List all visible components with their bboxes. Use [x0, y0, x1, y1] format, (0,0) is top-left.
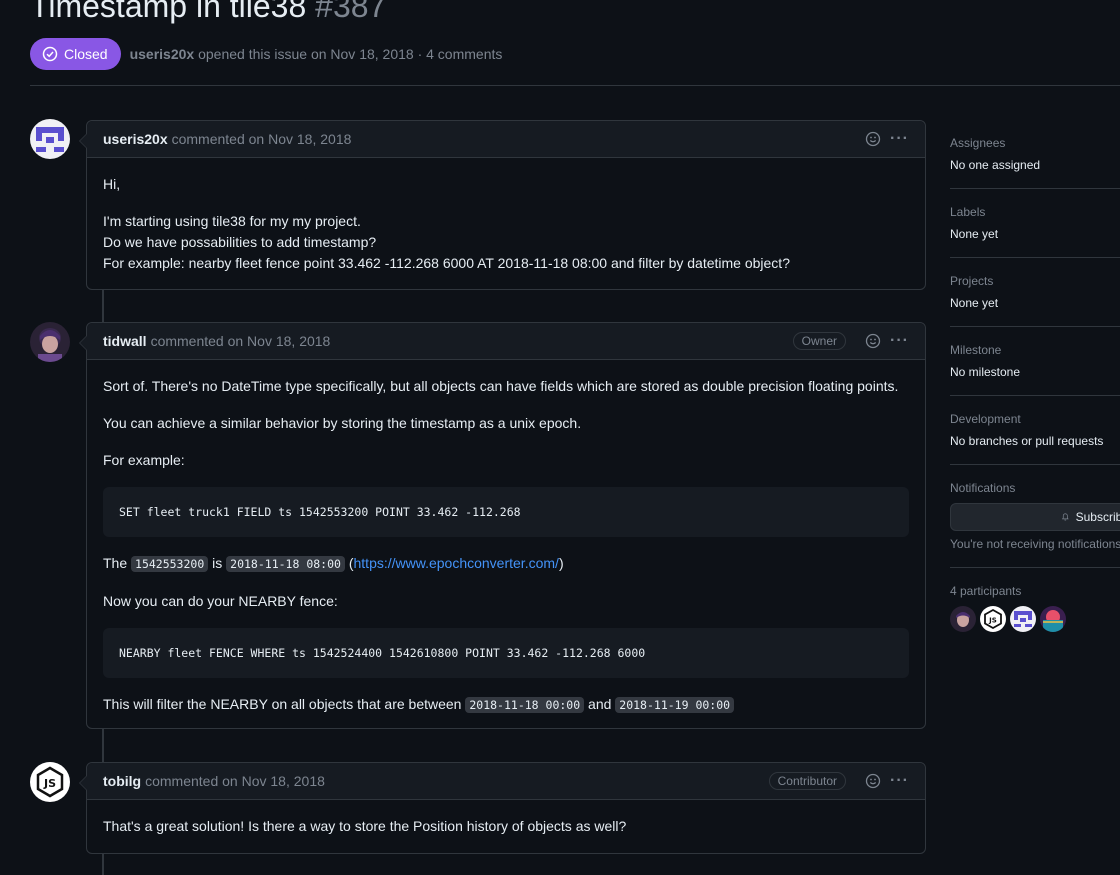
status-badge-label: Closed [64, 46, 108, 62]
kebab-menu-icon[interactable]: ··· [890, 772, 909, 790]
role-badge: Contributor [768, 772, 847, 790]
comment-text: The [103, 555, 132, 571]
issue-sidebar: Assignees No one assigned Labels None ye… [950, 120, 1120, 648]
inline-code: 2018-11-18 00:00 [465, 697, 585, 713]
sidebar-participants: 4 participants JS [950, 568, 1120, 648]
comment-body: Hi, I'm starting using tile38 for my my … [87, 158, 925, 290]
sidebar-notifications: Notifications Subscribe You're not recei… [950, 465, 1120, 568]
comment-header: tobilg commented on Nov 18, 2018 Contrib… [87, 763, 925, 800]
status-badge: Closed [30, 38, 121, 70]
timeline-line [102, 290, 104, 322]
timeline-line [102, 729, 104, 762]
comment-text: ) [558, 555, 564, 571]
comment-body: Sort of. There's no DateTime type specif… [87, 360, 925, 732]
comment-paragraph: This will filter the NEARBY on all objec… [103, 694, 909, 716]
comment-body: That's a great solution! Is there a way … [87, 800, 925, 853]
comment-header: tidwall commented on Nov 18, 2018 Owner … [87, 323, 925, 360]
comment-header: useris20x commented on Nov 18, 2018 ··· [87, 121, 925, 158]
comment-text: This will filter the NEARBY on all objec… [103, 696, 466, 712]
comment-meta[interactable]: commented on Nov 18, 2018 [172, 131, 352, 147]
bell-icon [1061, 513, 1069, 521]
comment-author[interactable]: useris20x [103, 131, 168, 147]
sidebar-value: No milestone [950, 365, 1021, 379]
issue-author-link[interactable]: useris20x [130, 46, 195, 62]
svg-text:JS: JS [988, 617, 997, 625]
inline-code: 2018-11-19 00:00 [615, 697, 735, 713]
subscribe-button[interactable]: Subscribe [950, 503, 1120, 531]
smiley-icon[interactable] [864, 772, 882, 790]
avatar-tobilg[interactable]: JS [30, 762, 70, 802]
participant-avatar[interactable] [1010, 606, 1036, 632]
smiley-icon[interactable] [864, 332, 882, 350]
comment-meta[interactable]: commented on Nov 18, 2018 [145, 773, 325, 789]
participant-avatar[interactable] [950, 606, 976, 632]
issue-opened-text: opened this issue on Nov 18, 2018 · 4 co… [198, 46, 503, 62]
sidebar-value: None yet [950, 296, 999, 310]
timeline-line [102, 853, 104, 875]
role-badge: Owner [792, 332, 847, 350]
code-block: NEARBY fleet FENCE WHERE ts 1542524400 1… [103, 628, 909, 678]
comment-2: tidwall commented on Nov 18, 2018 Owner … [79, 322, 926, 732]
sidebar-milestone: Milestone No milestone [950, 327, 1120, 396]
comment-text: Do we have possabilities to add timestam… [103, 234, 377, 250]
sidebar-label: Notifications [950, 481, 1016, 495]
sidebar-label: 4 participants [950, 584, 1022, 598]
issue-state-row: Closed useris20x opened this issue on No… [30, 38, 502, 70]
issue-title: Timestamp in tile38 #387 [30, 0, 386, 25]
sidebar-value: None yet [950, 227, 999, 241]
smiley-icon[interactable] [864, 130, 882, 148]
kebab-menu-icon[interactable]: ··· [890, 332, 909, 350]
issue-number: #387 [315, 0, 387, 24]
participants-list: JS [950, 606, 1120, 632]
notifications-note: You're not receiving notifications [950, 537, 1120, 551]
comment-text: Now you can do your NEARBY fence: [103, 593, 338, 609]
avatar-useris20x[interactable] [30, 119, 70, 159]
comment-paragraph: I'm starting using tile38 for my my proj… [103, 211, 909, 274]
participant-avatar[interactable]: JS [980, 606, 1006, 632]
comment-text: I'm starting using tile38 for my my proj… [103, 213, 361, 229]
comment-author[interactable]: tidwall [103, 333, 147, 349]
comment-text: Hi, [103, 176, 121, 192]
sidebar-value: No branches or pull requests [950, 434, 1104, 448]
sidebar-label[interactable]: Labels [950, 205, 1120, 219]
epoch-converter-link[interactable]: https://www.epochconverter.com/ [354, 555, 559, 571]
comment-author[interactable]: tobilg [103, 773, 141, 789]
svg-text:JS: JS [43, 777, 56, 790]
avatar-tidwall[interactable] [30, 322, 70, 362]
comment-3: tobilg commented on Nov 18, 2018 Contrib… [79, 762, 926, 854]
kebab-menu-icon[interactable]: ··· [890, 130, 909, 148]
comment-text: You can achieve a similar behavior by st… [103, 415, 582, 431]
comment-text: That's a great solution! Is there a way … [103, 818, 627, 834]
sidebar-label[interactable]: Assignees [950, 136, 1120, 150]
comment-text: and [584, 696, 616, 712]
inline-code: 2018-11-18 08:00 [226, 556, 345, 572]
sidebar-projects: Projects None yet [950, 258, 1120, 327]
comment-text: For example: nearby fleet fence point 33… [103, 255, 790, 271]
subscribe-label: Subscribe [1075, 510, 1120, 524]
inline-code: 1542553200 [131, 556, 209, 572]
participant-avatar[interactable] [1040, 606, 1066, 632]
closed-check-icon [42, 46, 58, 62]
comment-text: ( [344, 555, 354, 571]
sidebar-development: Development No branches or pull requests [950, 396, 1120, 465]
comment-text: is [208, 555, 227, 571]
sidebar-value: No one assigned [950, 158, 1041, 172]
sidebar-assignees: Assignees No one assigned [950, 120, 1120, 189]
issue-meta: useris20x opened this issue on Nov 18, 2… [130, 46, 503, 62]
sidebar-label[interactable]: Development [950, 412, 1120, 426]
issue-title-text: Timestamp in tile38 [30, 0, 307, 24]
header-divider [30, 85, 1120, 86]
code-block: SET fleet truck1 FIELD ts 1542553200 POI… [103, 487, 909, 537]
sidebar-labels: Labels None yet [950, 189, 1120, 258]
sidebar-label[interactable]: Milestone [950, 343, 1120, 357]
comment-text: Sort of. There's no DateTime type specif… [103, 378, 899, 394]
comment-meta[interactable]: commented on Nov 18, 2018 [151, 333, 331, 349]
comment-text: For example: [103, 452, 185, 468]
comment-paragraph: The 1542553200 is 2018-11-18 08:00 (http… [103, 553, 909, 575]
sidebar-label[interactable]: Projects [950, 274, 1120, 288]
comment-1: useris20x commented on Nov 18, 2018 ··· … [79, 120, 926, 290]
